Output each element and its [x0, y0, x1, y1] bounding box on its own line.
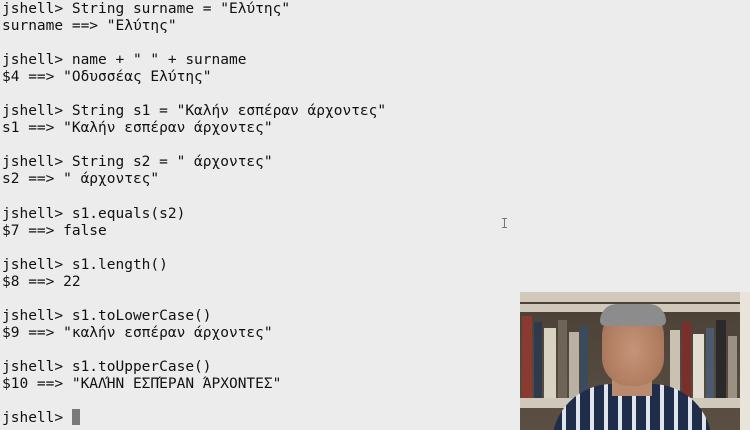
terminal-line: $10 ==> "ΚΑΛΉΝ ΕΣΠΈΡΑΝ ΆΡΧΟΝΤΕΣ" [2, 376, 282, 392]
book [682, 322, 691, 398]
terminal-line: jshell> name + " " + surname [2, 52, 247, 68]
terminal-line: jshell> s1.equals(s2) [2, 206, 186, 222]
terminal-line: s1 ==> "Καλήν εσπέραν άρχοντες" [2, 120, 273, 136]
shelf-board [520, 292, 750, 302]
prompt-label: jshell> [2, 410, 72, 426]
book [569, 332, 579, 398]
terminal-line: s2 ==> " άρχοντες" [2, 171, 160, 187]
book [522, 316, 532, 398]
wall [740, 292, 750, 430]
terminal-line: jshell> s1.toUpperCase() [2, 359, 212, 375]
webcam-overlay [520, 292, 750, 430]
terminal-line: jshell> s1.length() [2, 257, 168, 273]
ibeam-pointer-icon [502, 218, 507, 228]
terminal-line: jshell> String surname = "Ελύτης" [2, 1, 291, 17]
terminal-line: $8 ==> 22 [2, 274, 81, 290]
book [728, 336, 737, 398]
terminal-line: jshell> s1.toLowerCase() [2, 308, 212, 324]
terminal-line: $7 ==> false [2, 223, 107, 239]
prompt-line[interactable]: jshell> [2, 409, 80, 427]
terminal-line: jshell> String s1 = "Καλήν εσπέραν άρχον… [2, 103, 387, 119]
book [580, 326, 588, 398]
book [544, 328, 556, 398]
terminal-line: $9 ==> "καλήν εσπέραν άρχοντες" [2, 325, 273, 341]
book [716, 320, 726, 398]
book [558, 320, 567, 398]
book [534, 322, 542, 398]
terminal-line: surname ==> "Ελύτης" [2, 18, 177, 34]
terminal-line: jshell> String s2 = " άρχοντες" [2, 154, 273, 170]
book [693, 334, 704, 398]
presenter-hair [600, 304, 666, 326]
text-cursor [71, 409, 80, 425]
book [706, 328, 714, 398]
terminal-line: $4 ==> "Οδυσσέας Ελύτης" [2, 69, 212, 85]
